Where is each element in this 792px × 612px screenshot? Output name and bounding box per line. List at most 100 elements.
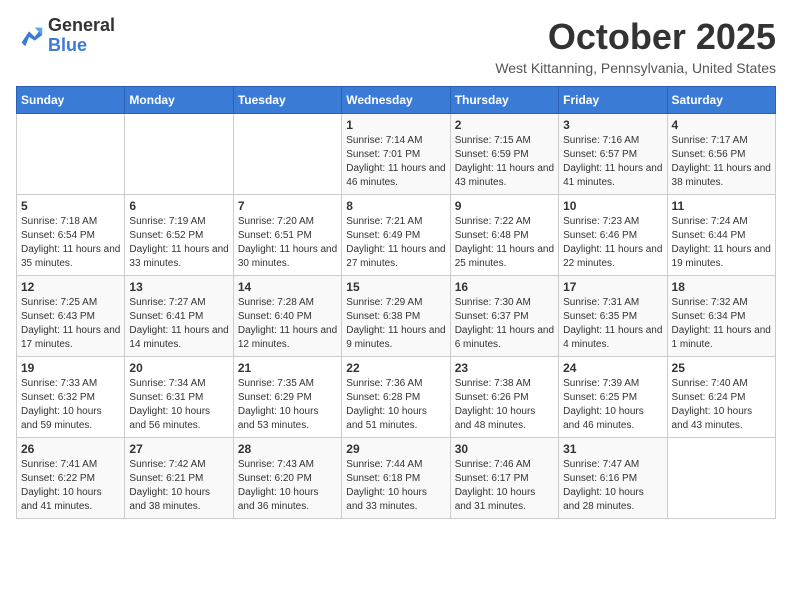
- calendar-cell: 10Sunrise: 7:23 AM Sunset: 6:46 PM Dayli…: [559, 195, 667, 276]
- calendar-week-2: 5 Sunrise: 7:18 AM Sunset: 6:54 PM Daylig…: [17, 195, 776, 276]
- calendar-week-1: 1 Sunrise: 7:14 AM Sunset: 7:01 PM Daylig…: [17, 114, 776, 195]
- calendar-cell: 23Sunrise: 7:38 AM Sunset: 6:26 PM Dayli…: [450, 357, 558, 438]
- day-number: 27: [129, 442, 228, 456]
- calendar-cell: 30Sunrise: 7:46 AM Sunset: 6:17 PM Dayli…: [450, 438, 558, 519]
- day-number: 21: [238, 361, 337, 375]
- day-number: 15: [346, 280, 445, 294]
- logo-blue: Blue: [48, 35, 87, 55]
- header-wednesday: Wednesday: [342, 87, 450, 114]
- day-number: 22: [346, 361, 445, 375]
- calendar-cell: 18 Sunrise: 7:32 AM Sunset: 6:34 PM Dayli…: [667, 276, 775, 357]
- day-info: Sunrise: 7:15 AM Sunset: 6:59 PM Dayligh…: [455, 134, 554, 190]
- calendar-cell: 14 Sunrise: 7:28 AM Sunset: 6:40 PM Dayli…: [233, 276, 341, 357]
- day-info: Sunrise: 7:33 AM Sunset: 6:32 PM Dayligh…: [21, 377, 120, 433]
- day-number: 19: [21, 361, 120, 375]
- day-number: 29: [346, 442, 445, 456]
- calendar-cell: 13 Sunrise: 7:27 AM Sunset: 6:41 PM Dayli…: [125, 276, 233, 357]
- calendar-cell: [17, 114, 125, 195]
- calendar-cell: 1 Sunrise: 7:14 AM Sunset: 7:01 PM Daylig…: [342, 114, 450, 195]
- calendar-cell: 12Sunrise: 7:25 AM Sunset: 6:43 PM Dayli…: [17, 276, 125, 357]
- day-info: Sunrise: 7:21 AM Sunset: 6:49 PM Dayligh…: [346, 215, 445, 271]
- calendar-cell: 8 Sunrise: 7:21 AM Sunset: 6:49 PM Daylig…: [342, 195, 450, 276]
- day-info: Sunrise: 7:18 AM Sunset: 6:54 PM Dayligh…: [21, 215, 120, 271]
- calendar-cell: 25Sunrise: 7:40 AM Sunset: 6:24 PM Dayli…: [667, 357, 775, 438]
- day-info: Sunrise: 7:41 AM Sunset: 6:22 PM Dayligh…: [21, 458, 120, 514]
- day-number: 11: [672, 199, 771, 213]
- calendar-header-row: SundayMondayTuesdayWednesdayThursdayFrid…: [17, 87, 776, 114]
- day-info: Sunrise: 7:24 AM Sunset: 6:44 PM Dayligh…: [672, 215, 771, 271]
- day-info: Sunrise: 7:43 AM Sunset: 6:20 PM Dayligh…: [238, 458, 337, 514]
- header-tuesday: Tuesday: [233, 87, 341, 114]
- day-info: Sunrise: 7:46 AM Sunset: 6:17 PM Dayligh…: [455, 458, 554, 514]
- day-number: 14: [238, 280, 337, 294]
- calendar-cell: 27 Sunrise: 7:42 AM Sunset: 6:21 PM Dayli…: [125, 438, 233, 519]
- day-number: 6: [129, 199, 228, 213]
- day-info: Sunrise: 7:30 AM Sunset: 6:37 PM Dayligh…: [455, 296, 554, 352]
- day-number: 16: [455, 280, 554, 294]
- day-info: Sunrise: 7:36 AM Sunset: 6:28 PM Dayligh…: [346, 377, 445, 433]
- day-info: Sunrise: 7:32 AM Sunset: 6:34 PM Dayligh…: [672, 296, 771, 352]
- day-info: Sunrise: 7:47 AM Sunset: 6:16 PM Dayligh…: [563, 458, 662, 514]
- day-number: 12: [21, 280, 120, 294]
- day-info: Sunrise: 7:29 AM Sunset: 6:38 PM Dayligh…: [346, 296, 445, 352]
- day-info: Sunrise: 7:20 AM Sunset: 6:51 PM Dayligh…: [238, 215, 337, 271]
- logo-bird-icon: [16, 22, 44, 50]
- calendar-table: SundayMondayTuesdayWednesdayThursdayFrid…: [16, 86, 776, 519]
- day-number: 28: [238, 442, 337, 456]
- day-info: Sunrise: 7:19 AM Sunset: 6:52 PM Dayligh…: [129, 215, 228, 271]
- calendar-cell: 31 Sunrise: 7:47 AM Sunset: 6:16 PM Dayli…: [559, 438, 667, 519]
- day-info: Sunrise: 7:42 AM Sunset: 6:21 PM Dayligh…: [129, 458, 228, 514]
- calendar-cell: 29 Sunrise: 7:44 AM Sunset: 6:18 PM Dayli…: [342, 438, 450, 519]
- day-number: 13: [129, 280, 228, 294]
- calendar-cell: 22 Sunrise: 7:36 AM Sunset: 6:28 PM Dayli…: [342, 357, 450, 438]
- day-number: 20: [129, 361, 228, 375]
- day-number: 5: [21, 199, 120, 213]
- header-saturday: Saturday: [667, 87, 775, 114]
- header-monday: Monday: [125, 87, 233, 114]
- day-info: Sunrise: 7:16 AM Sunset: 6:57 PM Dayligh…: [563, 134, 662, 190]
- calendar-cell: 4 Sunrise: 7:17 AM Sunset: 6:56 PM Daylig…: [667, 114, 775, 195]
- day-number: 1: [346, 118, 445, 132]
- day-info: Sunrise: 7:14 AM Sunset: 7:01 PM Dayligh…: [346, 134, 445, 190]
- day-info: Sunrise: 7:28 AM Sunset: 6:40 PM Dayligh…: [238, 296, 337, 352]
- calendar-cell: 24Sunrise: 7:39 AM Sunset: 6:25 PM Dayli…: [559, 357, 667, 438]
- calendar-cell: 11 Sunrise: 7:24 AM Sunset: 6:44 PM Dayli…: [667, 195, 775, 276]
- day-info: Sunrise: 7:34 AM Sunset: 6:31 PM Dayligh…: [129, 377, 228, 433]
- day-number: 4: [672, 118, 771, 132]
- day-info: Sunrise: 7:17 AM Sunset: 6:56 PM Dayligh…: [672, 134, 771, 190]
- calendar-cell: 16 Sunrise: 7:30 AM Sunset: 6:37 PM Dayli…: [450, 276, 558, 357]
- header-thursday: Thursday: [450, 87, 558, 114]
- calendar-cell: 3Sunrise: 7:16 AM Sunset: 6:57 PM Daylig…: [559, 114, 667, 195]
- logo: General Blue: [16, 16, 115, 56]
- calendar-week-5: 26 Sunrise: 7:41 AM Sunset: 6:22 PM Dayli…: [17, 438, 776, 519]
- day-number: 2: [455, 118, 554, 132]
- calendar-cell: 19 Sunrise: 7:33 AM Sunset: 6:32 PM Dayli…: [17, 357, 125, 438]
- day-info: Sunrise: 7:44 AM Sunset: 6:18 PM Dayligh…: [346, 458, 445, 514]
- day-number: 7: [238, 199, 337, 213]
- logo-text: General Blue: [48, 16, 115, 56]
- day-number: 25: [672, 361, 771, 375]
- month-title: October 2025: [495, 16, 776, 58]
- calendar-cell: 15 Sunrise: 7:29 AM Sunset: 6:38 PM Dayli…: [342, 276, 450, 357]
- day-number: 26: [21, 442, 120, 456]
- day-number: 8: [346, 199, 445, 213]
- day-number: 31: [563, 442, 662, 456]
- calendar-cell: 28 Sunrise: 7:43 AM Sunset: 6:20 PM Dayli…: [233, 438, 341, 519]
- calendar-cell: 7 Sunrise: 7:20 AM Sunset: 6:51 PM Daylig…: [233, 195, 341, 276]
- calendar-cell: [125, 114, 233, 195]
- calendar-cell: 9Sunrise: 7:22 AM Sunset: 6:48 PM Daylig…: [450, 195, 558, 276]
- day-info: Sunrise: 7:31 AM Sunset: 6:35 PM Dayligh…: [563, 296, 662, 352]
- day-info: Sunrise: 7:27 AM Sunset: 6:41 PM Dayligh…: [129, 296, 228, 352]
- day-number: 17: [563, 280, 662, 294]
- day-number: 18: [672, 280, 771, 294]
- calendar-cell: 21 Sunrise: 7:35 AM Sunset: 6:29 PM Dayli…: [233, 357, 341, 438]
- calendar-week-4: 19 Sunrise: 7:33 AM Sunset: 6:32 PM Dayli…: [17, 357, 776, 438]
- day-number: 10: [563, 199, 662, 213]
- title-block: October 2025 West Kittanning, Pennsylvan…: [495, 16, 776, 76]
- calendar-cell: 20 Sunrise: 7:34 AM Sunset: 6:31 PM Dayli…: [125, 357, 233, 438]
- day-info: Sunrise: 7:35 AM Sunset: 6:29 PM Dayligh…: [238, 377, 337, 433]
- calendar-week-3: 12Sunrise: 7:25 AM Sunset: 6:43 PM Dayli…: [17, 276, 776, 357]
- calendar-cell: [667, 438, 775, 519]
- calendar-cell: 5 Sunrise: 7:18 AM Sunset: 6:54 PM Daylig…: [17, 195, 125, 276]
- day-number: 24: [563, 361, 662, 375]
